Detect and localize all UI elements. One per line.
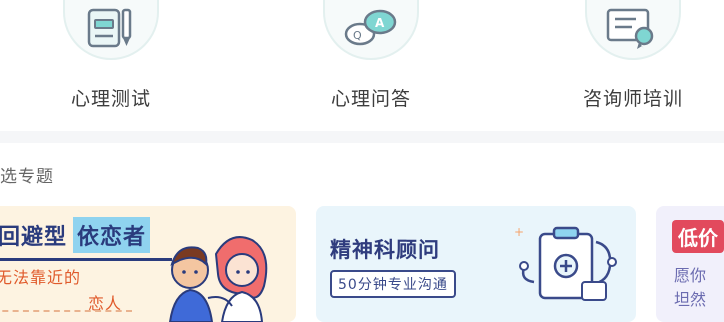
- topic-card-low-price[interactable]: 低价 愿你 坦然: [656, 206, 724, 322]
- title-underline: [0, 258, 172, 261]
- nav-label: 心理问答: [330, 88, 411, 110]
- nav-label: 心理测试: [70, 88, 151, 110]
- svg-text:A: A: [375, 16, 385, 30]
- card-title-part1: 回避型: [0, 225, 68, 250]
- nav-label: 咨询师培训: [582, 88, 683, 110]
- nav-icon-circle: [585, 0, 681, 60]
- card-text-line1: 愿你: [674, 266, 707, 285]
- card-text-line2: 坦然: [674, 290, 707, 309]
- chat-bubbles-icon: Q A: [344, 9, 397, 46]
- price-badge: 低价: [672, 220, 724, 253]
- test-paper-pencil-icon: [87, 8, 132, 48]
- certificate-icon: [606, 8, 654, 49]
- section-divider: [0, 131, 724, 143]
- topic-card-psychiatry-consult[interactable]: 精神科顾问 50分钟专业沟通 +: [316, 206, 636, 322]
- dashed-divider: [0, 310, 132, 312]
- card-title: 精神科顾问: [330, 238, 440, 262]
- nav-item-counselor-training[interactable]: 咨询师培训: [553, 0, 713, 120]
- medical-clipboard-icon: +: [514, 225, 617, 301]
- svg-text:+: +: [514, 225, 524, 239]
- nav-item-psych-qa[interactable]: Q A 心理问答: [291, 0, 451, 120]
- nav-item-psych-test[interactable]: 心理测试: [31, 0, 191, 120]
- couple-illustration: [168, 236, 268, 322]
- card-subtitle-tag: 50分钟专业沟通: [330, 270, 456, 298]
- card-title-part2: 依恋者: [73, 217, 151, 253]
- topic-card-avoidant-attachment[interactable]: 回避型 依恋者 无法靠近的 恋人: [0, 206, 296, 322]
- quick-nav: 心理测试 Q A 心理问答 咨询师培训: [0, 0, 724, 126]
- section-title: 选专题: [0, 167, 54, 187]
- card-title: 回避型 依恋者: [0, 216, 151, 254]
- card-subtitle-line1: 无法靠近的: [0, 268, 82, 287]
- svg-text:Q: Q: [353, 29, 362, 42]
- nav-icon-circle: Q A: [323, 0, 419, 60]
- nav-icon-circle: [63, 0, 159, 60]
